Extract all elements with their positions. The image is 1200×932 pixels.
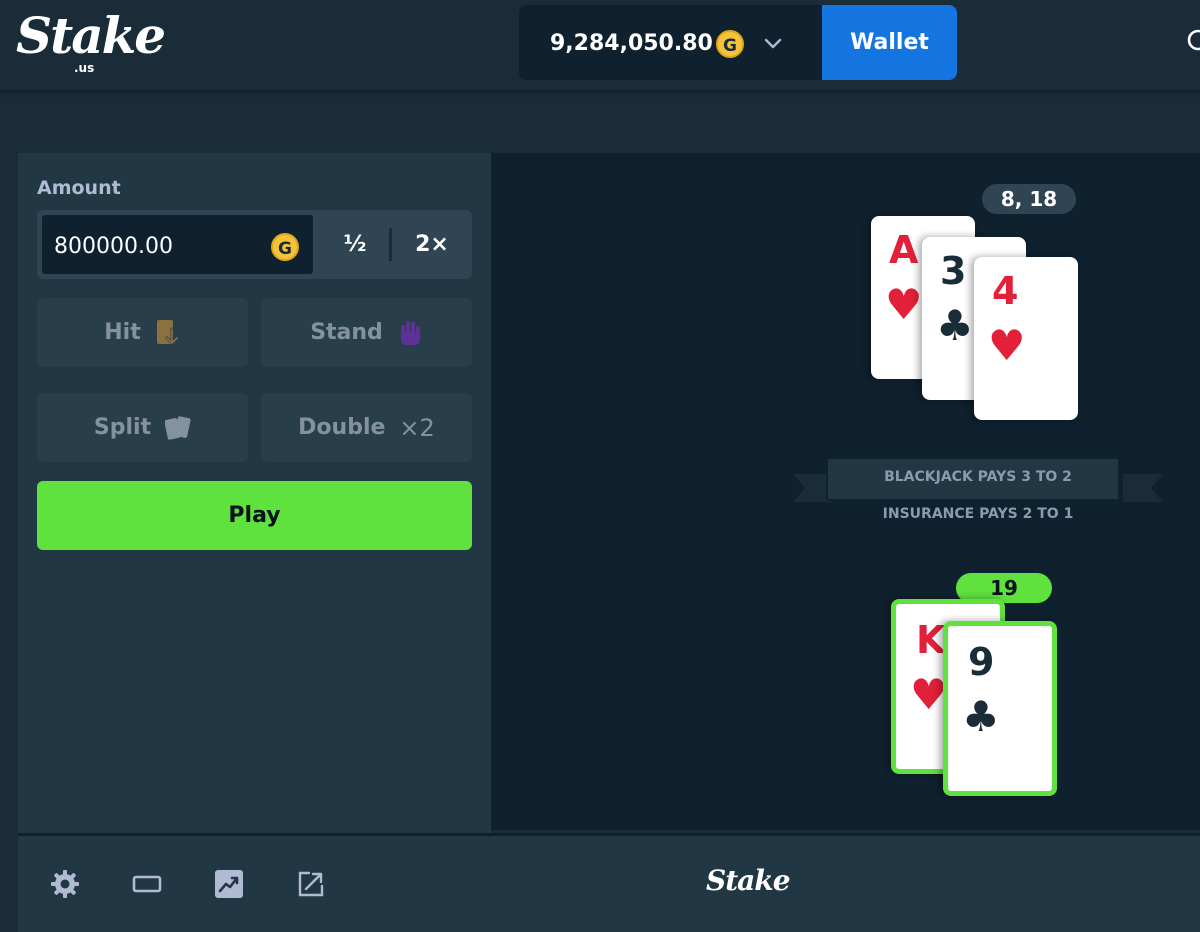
amount-field-group: 800000.00 G ½ 2× bbox=[37, 210, 472, 279]
gold-coin-icon: G bbox=[271, 233, 299, 261]
hand-icon bbox=[400, 320, 420, 345]
popout-icon[interactable] bbox=[296, 869, 326, 899]
heart-icon: ♥ bbox=[988, 321, 1026, 370]
double-down-label: Double bbox=[298, 415, 386, 440]
stand-label: Stand bbox=[310, 320, 383, 345]
split-label: Split bbox=[93, 415, 152, 440]
card-rank: 9 bbox=[968, 640, 995, 684]
wallet-button[interactable]: Wallet bbox=[822, 5, 957, 80]
gear-icon[interactable] bbox=[50, 869, 80, 899]
heart-icon: ♥ bbox=[910, 670, 948, 719]
play-button[interactable]: Play bbox=[37, 481, 472, 550]
split-cards-icon bbox=[165, 415, 191, 440]
card-rank: A bbox=[889, 228, 919, 272]
top-bar: Stake .us 9,284,050.80 G Wallet bbox=[0, 0, 1200, 90]
card-rank: 3 bbox=[940, 249, 967, 293]
amount-label: Amount bbox=[37, 177, 121, 199]
hit-label: Hit bbox=[104, 320, 141, 345]
club-icon: ♣ bbox=[936, 301, 974, 350]
bet-controls-panel: Amount 800000.00 G ½ 2× Hit Stand Split … bbox=[18, 153, 491, 833]
game-footer: Stake bbox=[18, 833, 1200, 932]
card-rank: K bbox=[916, 618, 946, 662]
hit-button[interactable]: Hit bbox=[37, 298, 248, 367]
balance-selector[interactable]: 9,284,050.80 G bbox=[519, 5, 823, 80]
hit-card-icon bbox=[156, 319, 179, 345]
divider bbox=[389, 228, 392, 261]
amount-value: 800000.00 bbox=[54, 234, 173, 259]
amount-input[interactable]: 800000.00 G bbox=[40, 213, 315, 276]
game-container: Amount 800000.00 G ½ 2× Hit Stand Split … bbox=[18, 153, 1200, 932]
theatre-mode-icon[interactable] bbox=[132, 869, 162, 899]
blackjack-rule-text: BLACKJACK PAYS 3 TO 2 bbox=[884, 469, 1072, 485]
blackjack-table: 8, 18 A ♥ 3 ♣ 4 ♥ BLACKJACK PAYS 3 TO 2 … bbox=[491, 153, 1200, 830]
live-stats-icon[interactable] bbox=[214, 869, 244, 899]
dealer-card: 4 ♥ bbox=[974, 257, 1078, 420]
balance-amount: 9,284,050.80 bbox=[550, 31, 713, 56]
double-amount-button[interactable]: 2× bbox=[394, 210, 470, 279]
split-button[interactable]: Split bbox=[37, 393, 248, 462]
card-rank: 4 bbox=[992, 269, 1019, 313]
logo-wordmark: Stake bbox=[16, 6, 166, 65]
player-card: 9 ♣ bbox=[943, 621, 1057, 796]
chevron-down-icon[interactable] bbox=[763, 33, 783, 53]
gold-coin-icon: G bbox=[716, 30, 744, 58]
stand-button[interactable]: Stand bbox=[261, 298, 472, 367]
footer-stake-logo: Stake bbox=[706, 864, 791, 897]
search-icon[interactable] bbox=[1184, 28, 1200, 56]
double-down-button[interactable]: Double ×2 bbox=[261, 393, 472, 462]
half-amount-button[interactable]: ½ bbox=[320, 210, 390, 279]
times-two-icon: ×2 bbox=[399, 413, 435, 442]
dealer-score-badge: 8, 18 bbox=[982, 184, 1076, 214]
stake-logo[interactable]: Stake .us bbox=[16, 6, 166, 82]
logo-suffix: .us bbox=[74, 61, 95, 75]
heart-icon: ♥ bbox=[885, 280, 923, 329]
club-icon: ♣ bbox=[962, 692, 1000, 741]
insurance-rule-text: INSURANCE PAYS 2 TO 1 bbox=[882, 506, 1074, 522]
